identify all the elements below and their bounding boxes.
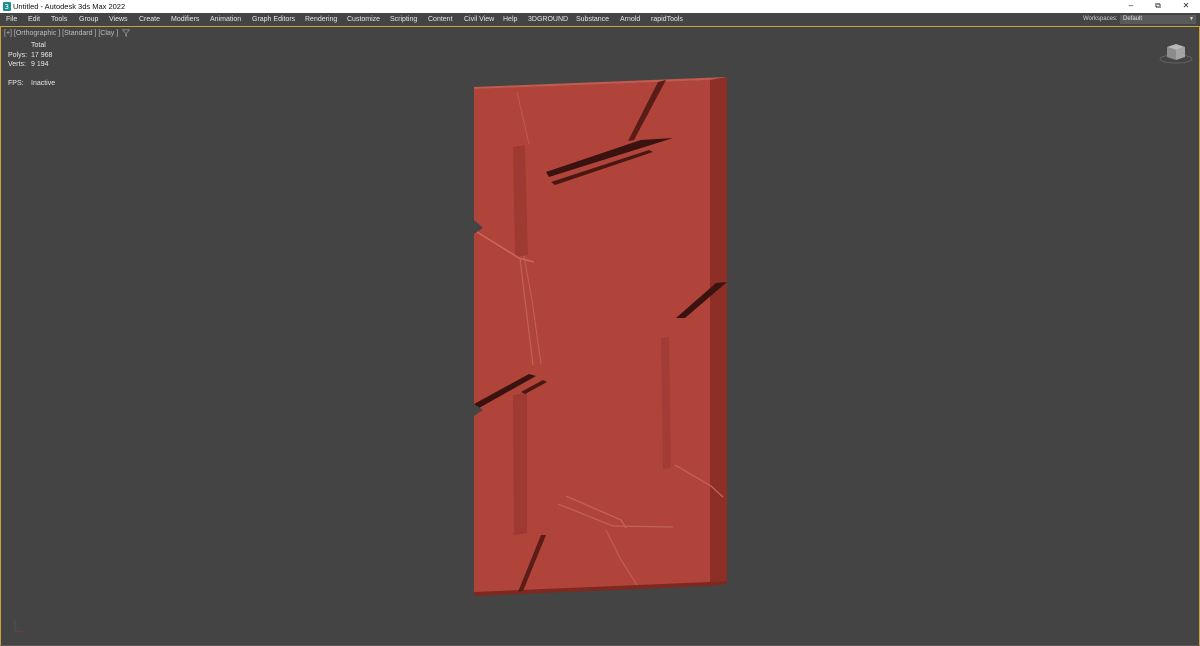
menu-animation[interactable]: Animation [210, 13, 241, 26]
chevron-down-icon: ▼ [1189, 16, 1194, 22]
menu-civil-view[interactable]: Civil View [464, 13, 494, 26]
menu-edit[interactable]: Edit [28, 13, 40, 26]
workspaces-dropdown[interactable]: Default ▼ [1120, 15, 1196, 24]
axis-tripod-icon [14, 620, 26, 633]
menu-views[interactable]: Views [109, 13, 128, 26]
menu-create[interactable]: Create [139, 13, 160, 26]
menu-file[interactable]: File [6, 13, 17, 26]
close-button[interactable]: ✕ [1172, 0, 1200, 13]
menu-modifiers[interactable]: Modifiers [171, 13, 199, 26]
title-bar: 3 Untitled - Autodesk 3ds Max 2022 – ⧉ ✕ [0, 0, 1200, 13]
clay-panel-object[interactable] [1, 27, 1199, 645]
menu-tools[interactable]: Tools [51, 13, 67, 26]
menu-graph-editors[interactable]: Graph Editors [252, 13, 295, 26]
workspaces-value: Default [1123, 16, 1143, 22]
menu-substance[interactable]: Substance [576, 13, 609, 26]
app-icon: 3 [3, 2, 11, 11]
workspaces-label: Workspaces: [1083, 16, 1118, 22]
menu-group[interactable]: Group [79, 13, 98, 26]
menu-bar: File Edit Tools Group Views Create Modif… [0, 13, 1200, 27]
menu-rendering[interactable]: Rendering [305, 13, 337, 26]
window-title: Untitled - Autodesk 3ds Max 2022 [13, 2, 126, 11]
panel-side-face [708, 77, 727, 585]
restore-button[interactable]: ⧉ [1144, 0, 1172, 13]
groove-lower-left [513, 393, 527, 535]
menu-arnold[interactable]: Arnold [620, 13, 640, 26]
menu-3dground[interactable]: 3DGROUND [528, 13, 568, 26]
svg-text:3: 3 [5, 3, 9, 11]
menu-customize[interactable]: Customize [347, 13, 380, 26]
minimize-button[interactable]: – [1117, 0, 1145, 13]
menu-scripting[interactable]: Scripting [390, 13, 417, 26]
viewport[interactable]: [+] [Orthographic ] [Standard ] [Clay ] … [0, 27, 1200, 646]
menu-content[interactable]: Content [428, 13, 453, 26]
menu-rapidtools[interactable]: rapidTools [651, 13, 683, 26]
menu-help[interactable]: Help [503, 13, 517, 26]
